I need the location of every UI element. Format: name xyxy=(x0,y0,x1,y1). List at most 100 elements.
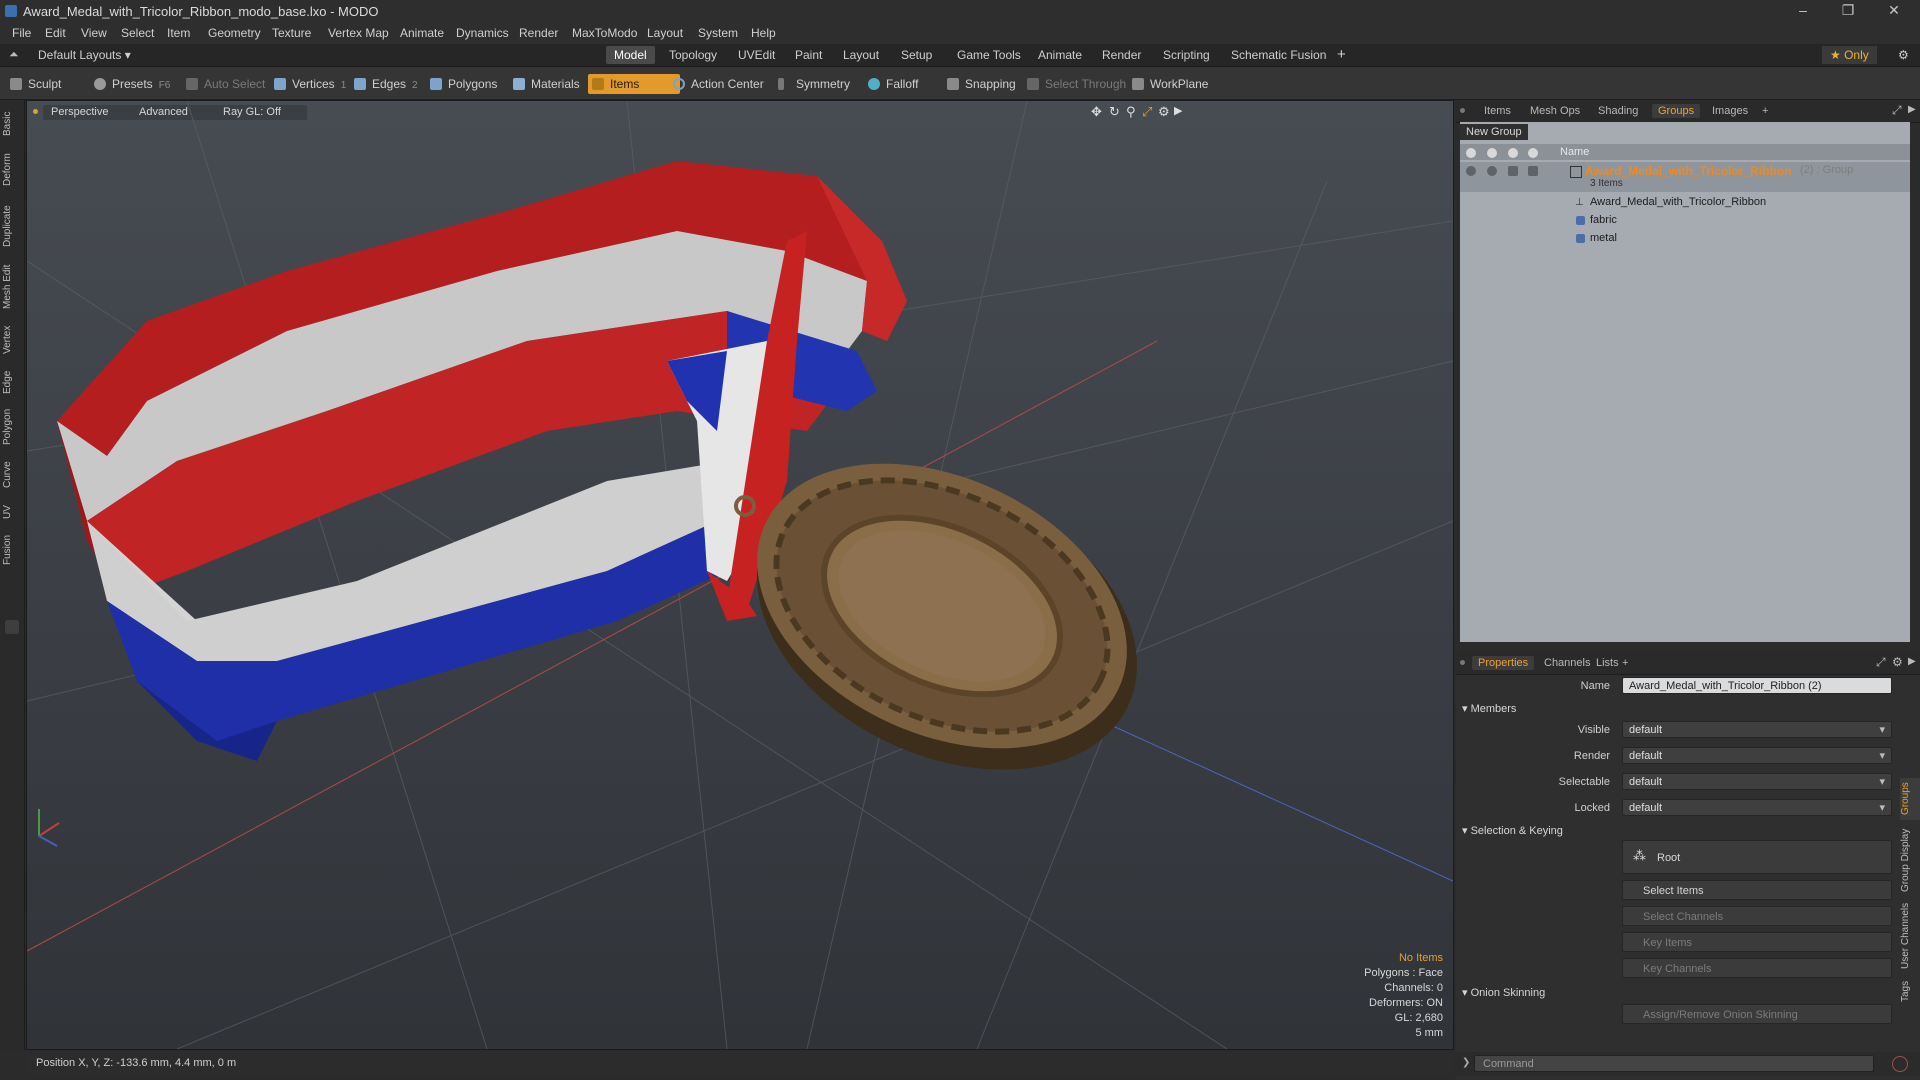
menu-view[interactable]: View xyxy=(81,26,107,40)
list-item[interactable]: ⊥ Award_Medal_with_Tricolor_Ribbon xyxy=(1460,194,1910,212)
key-channels-button[interactable]: Key Channels xyxy=(1622,958,1892,978)
list-item[interactable]: metal xyxy=(1460,230,1910,248)
menu-animate[interactable]: Animate xyxy=(400,26,444,40)
tab-mesh-edit[interactable]: Mesh Edit xyxy=(2,260,22,314)
assign-onion-button[interactable]: Assign/Remove Onion Skinning xyxy=(1622,1004,1892,1024)
collapse-icon[interactable]: ⏶ xyxy=(9,47,19,62)
menu-file[interactable]: File xyxy=(12,26,31,40)
presets-button[interactable]: Presets F6 xyxy=(90,74,176,94)
tab-shading[interactable]: Shading xyxy=(1592,104,1644,118)
render-column-icon[interactable] xyxy=(1487,148,1497,158)
tab-topology[interactable]: Topology xyxy=(661,46,725,64)
3d-viewport[interactable]: Perspective Advanced Ray GL: Off ✥ ↻ ⚲ ⤢… xyxy=(26,100,1454,1050)
tab-channels[interactable]: Channels xyxy=(1538,656,1596,670)
only-toggle[interactable]: ★ Only xyxy=(1822,46,1877,64)
menu-select[interactable]: Select xyxy=(121,26,154,40)
render-select[interactable]: default xyxy=(1622,747,1892,765)
snapping-button[interactable]: Snapping xyxy=(943,74,1022,94)
tab-curve[interactable]: Curve xyxy=(2,456,22,494)
sculpt-button[interactable]: Sculpt xyxy=(6,74,67,94)
maximize-button[interactable]: ❐ xyxy=(1830,2,1866,19)
auto-select-button[interactable]: Auto Select xyxy=(182,74,271,94)
symmetry-button[interactable]: Symmetry xyxy=(774,74,856,94)
menu-texture[interactable]: Texture xyxy=(272,26,311,40)
tab-vertex[interactable]: Vertex xyxy=(2,320,22,360)
materials-button[interactable]: Materials xyxy=(509,74,586,94)
side-tab-tags[interactable]: Tags xyxy=(1900,976,1920,1006)
selection-keying-section[interactable]: ▾ Selection & Keying xyxy=(1462,824,1563,837)
list-item[interactable]: fabric xyxy=(1460,212,1910,230)
layout-menu[interactable]: Default Layouts ▾ xyxy=(30,46,139,64)
tab-basic[interactable]: Basic xyxy=(2,106,22,142)
menu-dynamics[interactable]: Dynamics xyxy=(456,26,509,40)
name-field[interactable]: Award_Medal_with_Tricolor_Ribbon (2) xyxy=(1622,677,1892,694)
tab-uvedit[interactable]: UVEdit xyxy=(730,46,783,64)
tab-fusion[interactable]: Fusion xyxy=(2,530,22,570)
tab-render[interactable]: Render xyxy=(1094,46,1149,64)
gear-icon[interactable]: ⚙ xyxy=(1890,46,1917,64)
tab-groups[interactable]: Groups xyxy=(1652,104,1701,118)
command-history-icon[interactable] xyxy=(1892,1056,1908,1072)
expand-panel-icon[interactable]: ⤢ xyxy=(1876,655,1886,670)
selectable-select[interactable]: default xyxy=(1622,773,1892,791)
action-center-button[interactable]: Action Center xyxy=(669,74,770,94)
tab-deform[interactable]: Deform xyxy=(2,148,22,192)
visibility-column-icon[interactable] xyxy=(1466,148,1476,158)
polygons-button[interactable]: Polygons xyxy=(426,74,503,94)
tab-polygon[interactable]: Polygon xyxy=(2,404,22,450)
menu-edit[interactable]: Edit xyxy=(45,26,66,40)
menu-render[interactable]: Render xyxy=(519,26,558,40)
locked-select[interactable]: default xyxy=(1622,799,1892,817)
select-items-button[interactable]: Select Items xyxy=(1622,880,1892,900)
panel-more-icon[interactable]: ▶ xyxy=(1908,104,1916,115)
close-button[interactable]: ✕ xyxy=(1876,2,1912,19)
menu-vertex-map[interactable]: Vertex Map xyxy=(328,26,389,40)
root-button[interactable]: ⁂ Root xyxy=(1622,840,1892,874)
menu-layout[interactable]: Layout xyxy=(647,26,683,40)
tab-paint[interactable]: Paint xyxy=(787,46,830,64)
command-input[interactable]: Command xyxy=(1474,1055,1874,1072)
tab-uv[interactable]: UV xyxy=(2,500,22,524)
render-icon[interactable] xyxy=(1487,166,1497,176)
lock-icon[interactable] xyxy=(1528,166,1538,176)
menu-maxtomodo[interactable]: MaxToModo xyxy=(572,26,637,40)
panel-menu-dot[interactable] xyxy=(1460,660,1465,665)
key-items-button[interactable]: Key Items xyxy=(1622,932,1892,952)
tab-mesh-ops[interactable]: Mesh Ops xyxy=(1524,104,1586,118)
minimize-button[interactable]: – xyxy=(1785,2,1821,18)
falloff-button[interactable]: Falloff xyxy=(864,74,924,94)
expand-panel-icon[interactable]: ⤢ xyxy=(1892,103,1902,118)
new-group-button[interactable]: New Group xyxy=(1460,124,1528,140)
tab-images[interactable]: Images xyxy=(1706,104,1754,118)
vertices-button[interactable]: Vertices 1 xyxy=(270,74,352,94)
tab-duplicate[interactable]: Duplicate xyxy=(2,198,22,254)
tab-edge[interactable]: Edge xyxy=(2,366,22,398)
menu-geometry[interactable]: Geometry xyxy=(208,26,261,40)
side-tab-groups[interactable]: Groups xyxy=(1900,778,1920,820)
groups-list[interactable]: New Group Name Award_Medal_with_Tricolor… xyxy=(1460,122,1910,642)
tab-schematic-fusion[interactable]: Schematic Fusion xyxy=(1223,46,1334,64)
add-tab-button[interactable]: + xyxy=(1329,46,1354,64)
add-panel-tab-button[interactable]: + xyxy=(1756,104,1774,118)
select-channels-button[interactable]: Select Channels xyxy=(1622,906,1892,926)
menu-item[interactable]: Item xyxy=(167,26,190,40)
tab-items[interactable]: Items xyxy=(1478,104,1517,118)
add-props-tab-button[interactable]: + xyxy=(1616,656,1634,670)
select-column-icon[interactable] xyxy=(1508,148,1518,158)
tab-scripting[interactable]: Scripting xyxy=(1155,46,1218,64)
menu-help[interactable]: Help xyxy=(751,26,776,40)
onion-skinning-section[interactable]: ▾ Onion Skinning xyxy=(1462,986,1545,999)
select-icon[interactable] xyxy=(1508,166,1518,176)
workplane-button[interactable]: WorkPlane xyxy=(1128,74,1214,94)
side-tab-user-channels[interactable]: User Channels xyxy=(1900,900,1920,972)
group-row[interactable]: Award_Medal_with_Tricolor_Ribbon (2) : G… xyxy=(1460,162,1910,192)
tab-model[interactable]: Model xyxy=(606,46,655,64)
members-section[interactable]: ▾ Members xyxy=(1462,702,1516,715)
lock-column-icon[interactable] xyxy=(1528,148,1538,158)
menu-system[interactable]: System xyxy=(698,26,738,40)
panel-menu-dot[interactable] xyxy=(1460,108,1465,113)
tab-animate[interactable]: Animate xyxy=(1030,46,1090,64)
tab-layout[interactable]: Layout xyxy=(835,46,887,64)
items-button[interactable]: Items xyxy=(588,74,680,94)
tab-setup[interactable]: Setup xyxy=(893,46,940,64)
